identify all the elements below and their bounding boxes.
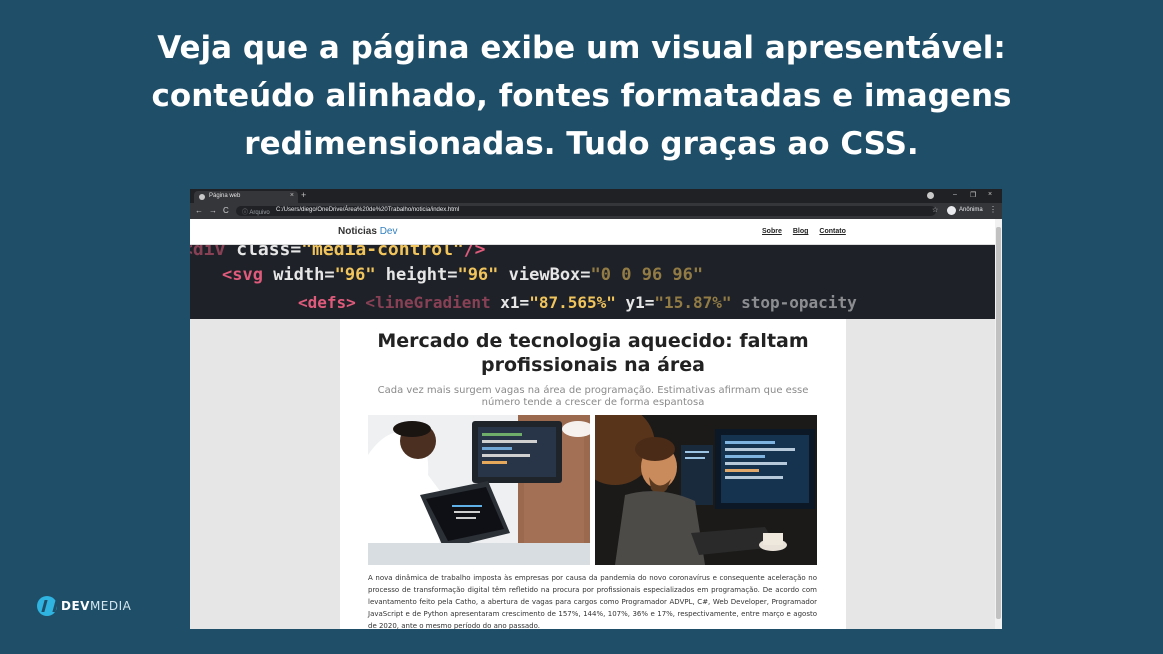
browser-screenshot: Página web × + – ❐ × ← → C ⓘ Arquivo C:/… — [190, 189, 1002, 629]
page-scrollbar[interactable] — [995, 219, 1002, 629]
globe-icon — [199, 194, 205, 200]
nav-link-blog[interactable]: Blog — [793, 228, 809, 235]
tab-title: Página web — [209, 193, 241, 199]
bookmark-star-icon[interactable]: ☆ — [932, 206, 938, 214]
nav-link-sobre[interactable]: Sobre — [762, 228, 782, 235]
browser-tab-bar: Página web × + – ❐ × — [190, 189, 1002, 203]
slide-title-line: conteúdo alinhado, fontes formatadas e i… — [151, 78, 1012, 114]
tab-close-icon[interactable]: × — [290, 192, 294, 199]
profile-name[interactable]: Anônima — [959, 207, 983, 213]
slide-title-line: redimensionadas. Tudo graças ao CSS. — [244, 126, 919, 162]
article-photo-developer-laptop — [368, 415, 590, 565]
page-viewport: Noticias Dev Sobre Blog Contato <div cla… — [190, 219, 995, 629]
forward-icon[interactable]: → — [209, 206, 217, 216]
devmedia-logo-icon — [37, 596, 57, 616]
article-headline: Mercado de tecnologia aquecido: faltam p… — [377, 330, 809, 376]
restore-button[interactable]: ❐ — [970, 191, 976, 199]
site-header: Noticias Dev Sobre Blog Contato — [190, 219, 995, 245]
scrollbar-thumb[interactable] — [996, 227, 1001, 619]
article-subheadline: Cada vez mais surgem vagas na área de pr… — [377, 385, 809, 408]
new-tab-button[interactable]: + — [301, 190, 306, 201]
code-line: <div class="media-control"/> — [190, 245, 486, 260]
site-nav: Sobre Blog Contato — [762, 228, 846, 235]
browser-tab[interactable]: Página web × — [194, 191, 298, 203]
site-info-label[interactable]: ⓘ Arquivo — [242, 207, 270, 216]
minimize-button[interactable]: – — [953, 191, 957, 198]
url-text[interactable]: C:/Users/diego/OneDrive/Área%20de%20Trab… — [276, 207, 459, 213]
site-logo[interactable]: Noticias Dev — [338, 226, 397, 237]
slide-title-line: Veja que a página exibe um visual aprese… — [157, 30, 1006, 66]
browser-address-bar: ← → C ⓘ Arquivo C:/Users/diego/OneDrive/… — [190, 203, 1002, 219]
reload-icon[interactable]: C — [223, 206, 229, 216]
article-photo-programmer-monitors — [595, 415, 817, 565]
photo-illustration — [368, 415, 590, 565]
code-line: <defs> <lineGradient x1="87.565%" y1="15… — [298, 293, 857, 312]
url-field[interactable]: ⓘ Arquivo C:/Users/diego/OneDrive/Área%2… — [236, 206, 936, 216]
profile-avatar[interactable] — [947, 206, 956, 215]
devmedia-logo: DEVMEDIA — [37, 596, 131, 616]
browser-menu-icon[interactable]: ⋮ — [989, 205, 997, 214]
close-window-button[interactable]: × — [988, 191, 992, 198]
logo-accent: Dev — [379, 226, 398, 237]
logo-main: Noticias — [338, 226, 377, 237]
devmedia-logo-text: DEVMEDIA — [61, 599, 132, 613]
photo-illustration — [595, 415, 817, 565]
extension-icon[interactable] — [927, 192, 934, 199]
code-line: <svg width="96" height="96" viewBox="0 0… — [222, 265, 704, 285]
back-icon[interactable]: ← — [195, 206, 203, 216]
nav-link-contato[interactable]: Contato — [819, 228, 845, 235]
article-card: Mercado de tecnologia aquecido: faltam p… — [340, 319, 846, 629]
slide-title: Veja que a página exibe um visual aprese… — [0, 24, 1163, 168]
article-body: A nova dinâmica de trabalho imposta às e… — [368, 574, 817, 629]
hero-code-banner: <div class="media-control"/> <svg width=… — [190, 245, 995, 319]
